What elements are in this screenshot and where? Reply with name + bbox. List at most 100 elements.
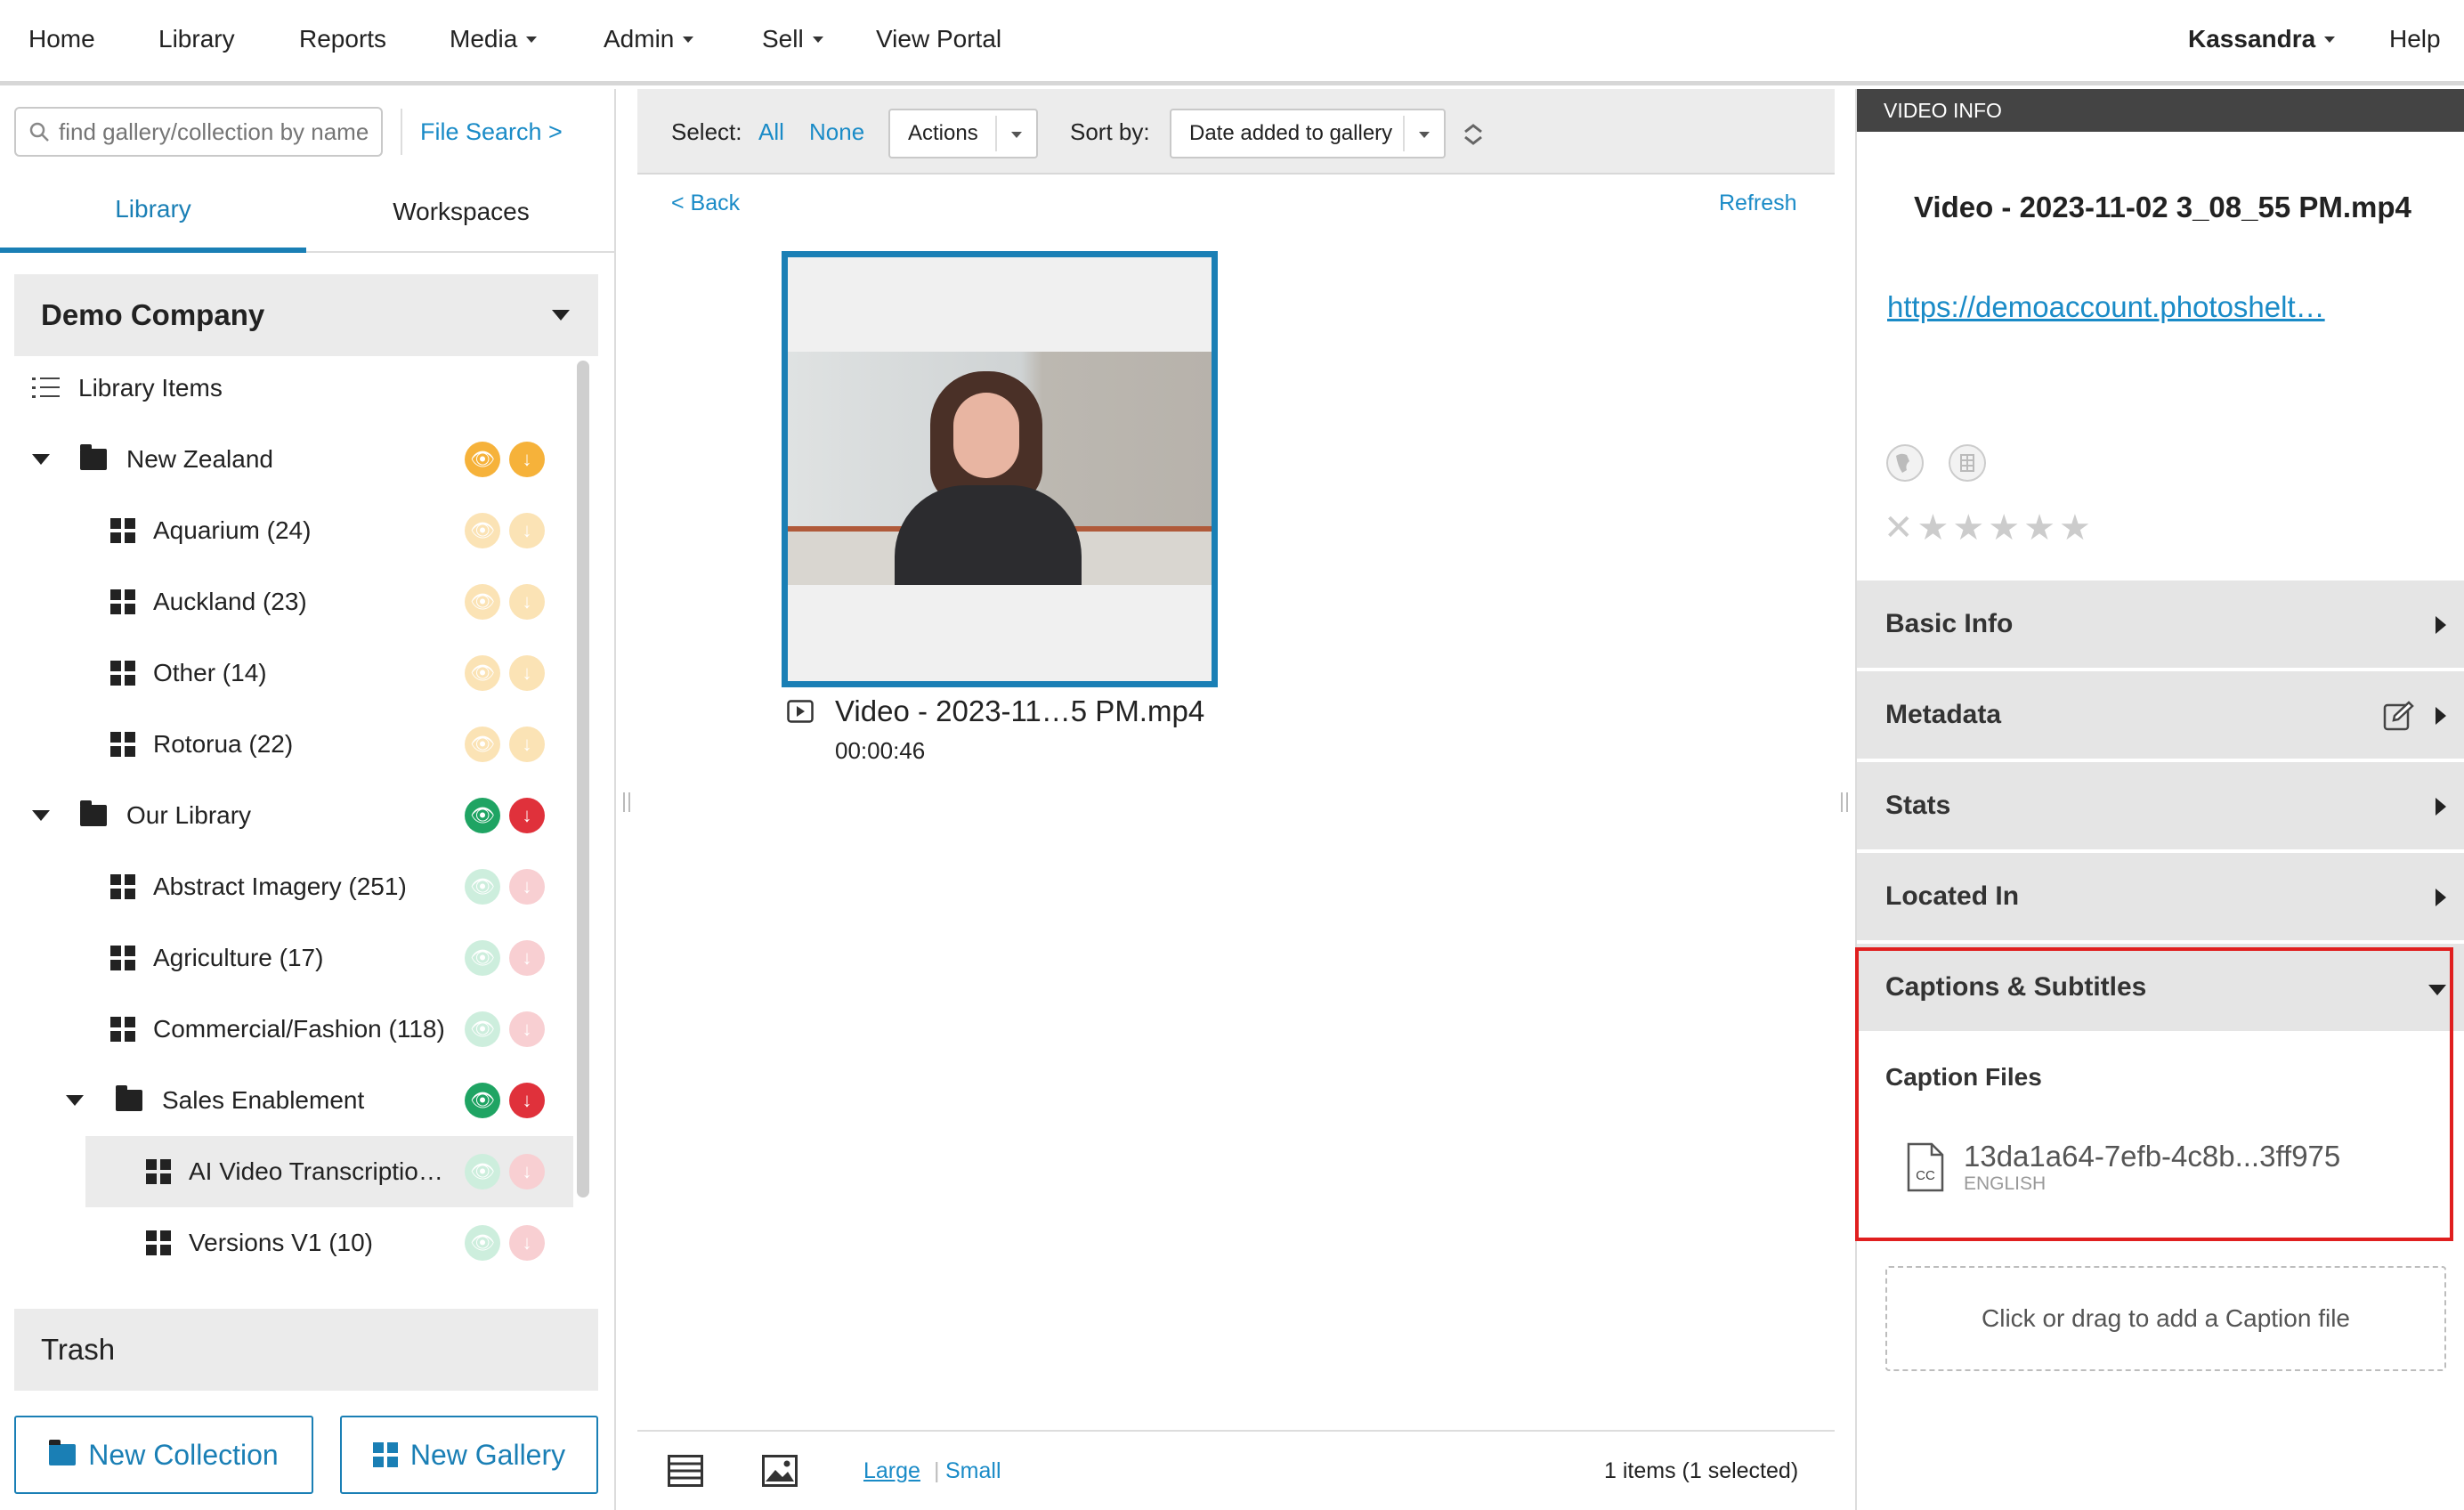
download-icon[interactable]: ↓ [509,798,545,833]
sort-direction-icon[interactable] [1462,121,1485,148]
select-none-link[interactable]: None [809,89,864,175]
visibility-eye-icon[interactable]: 👁 [465,442,500,477]
section-located-in[interactable]: Located In [1857,853,2464,942]
list-view-icon[interactable] [668,1455,703,1487]
star-rating[interactable]: ✕ ★ ★ ★ ★ ★ [1884,507,2091,548]
nav-library[interactable]: Library [158,25,235,53]
gallery-grid-icon [110,732,135,757]
download-icon[interactable]: ↓ [509,940,545,976]
new-collection-button[interactable]: New Collection [14,1416,313,1494]
refresh-link[interactable]: Refresh [1719,191,1797,216]
download-icon[interactable]: ↓ [509,584,545,620]
download-icon[interactable]: ↓ [509,869,545,905]
star-icon[interactable]: ★ [1917,507,1949,548]
visibility-eye-icon[interactable]: 👁 [465,798,500,833]
nav-home[interactable]: Home [28,25,95,53]
globe-icon[interactable] [1885,443,1925,483]
gallery-grid-icon [110,518,135,543]
visibility-eye-icon[interactable]: 👁 [465,727,500,762]
download-icon[interactable]: ↓ [509,1083,545,1118]
visibility-eye-icon[interactable]: 👁 [465,940,500,976]
company-header[interactable]: Demo Company [14,274,598,356]
nav-media[interactable]: Media [450,25,538,53]
nav-reports-label: Reports [299,25,387,53]
video-duration: 00:00:46 [835,737,926,764]
gallery-grid-icon [110,661,135,686]
download-icon[interactable]: ↓ [509,655,545,691]
left-panel-resize-handle[interactable] [623,792,630,812]
download-icon[interactable]: ↓ [509,1154,545,1189]
nav-view-portal[interactable]: View Portal [876,25,1001,53]
star-icon[interactable]: ★ [2023,507,2055,548]
tree-scrollbar[interactable] [577,361,589,1197]
library-items-row[interactable]: Library Items [14,353,575,424]
tree-item-label: Aquarium (24) [153,516,312,544]
folder-icon [49,1440,77,1465]
folder-icon [80,444,107,470]
section-metadata[interactable]: Metadata [1857,671,2464,760]
tab-workspaces[interactable]: Workspaces [306,171,616,253]
video-info-header: VIDEO INFO [1857,89,2464,132]
video-thumbnail[interactable] [782,251,1218,687]
section-stats[interactable]: Stats [1857,762,2464,851]
nav-user-menu[interactable]: Kassandra [2188,25,2336,53]
download-icon[interactable]: ↓ [509,1225,545,1261]
visibility-eye-icon[interactable]: 👁 [465,1083,500,1118]
right-panel-resize-handle[interactable] [1841,792,1848,812]
sort-by-dropdown[interactable]: Date added to gallery [1170,109,1446,158]
visibility-eye-icon[interactable]: 👁 [465,584,500,620]
download-icon[interactable]: ↓ [509,513,545,548]
library-sidebar: File Search > Library Workspaces Demo Co… [0,89,616,1510]
nav-help[interactable]: Help [2389,25,2441,53]
visibility-eye-icon[interactable]: 👁 [465,869,500,905]
triangle-down-icon[interactable] [32,454,50,465]
sidebar-tabs: Library Workspaces [0,171,616,253]
tab-library[interactable]: Library [0,171,306,253]
section-label: Stats [1885,791,1951,820]
caption-drop-zone[interactable]: Click or drag to add a Caption file [1885,1266,2446,1371]
embed-grid-icon[interactable] [1948,443,1987,483]
folder-icon [80,800,107,826]
actions-dropdown[interactable]: Actions [888,109,1038,158]
captions-highlight-box [1855,947,2453,1241]
back-link[interactable]: < Back [671,191,740,216]
download-icon[interactable]: ↓ [509,1011,545,1047]
visibility-eye-icon[interactable]: 👁 [465,1225,500,1261]
nav-reports[interactable]: Reports [299,25,386,53]
clear-rating-icon[interactable]: ✕ [1884,507,1914,548]
trash-section[interactable]: Trash [14,1309,598,1391]
visibility-eye-icon[interactable]: 👁 [465,655,500,691]
new-collection-label: New Collection [88,1438,279,1471]
nav-user-label: Kassandra [2188,25,2316,53]
star-icon[interactable]: ★ [2059,507,2091,548]
gallery-grid-icon [110,946,135,970]
gallery-search-box[interactable] [14,107,383,157]
size-large-link[interactable]: Large [863,1458,920,1484]
download-icon[interactable]: ↓ [509,442,545,477]
thumbnail-view-icon[interactable] [762,1455,798,1487]
triangle-down-icon[interactable] [66,1095,84,1106]
star-icon[interactable]: ★ [1952,507,1984,548]
nav-admin[interactable]: Admin [604,25,694,53]
triangle-down-icon[interactable] [32,810,50,821]
size-small-link[interactable]: Small [945,1458,1001,1484]
new-gallery-button[interactable]: New Gallery [340,1416,598,1494]
sort-value: Date added to gallery [1189,121,1393,145]
new-gallery-label: New Gallery [409,1438,566,1471]
file-search-link[interactable]: File Search > [401,109,563,155]
edit-icon[interactable] [2382,700,2414,732]
visibility-eye-icon[interactable]: 👁 [465,1154,500,1189]
section-basic-info[interactable]: Basic Info [1857,580,2464,670]
visibility-eye-icon[interactable]: 👁 [465,513,500,548]
video-item-title[interactable]: Video - 2023-11…5 PM.mp4 [835,694,1204,728]
select-all-link[interactable]: All [758,89,784,175]
nav-sell[interactable]: Sell [762,25,823,53]
star-icon[interactable]: ★ [1988,507,2020,548]
video-share-url[interactable]: https://demoaccount.photoshelt… [1887,290,2325,324]
download-icon[interactable]: ↓ [509,727,545,762]
actions-label: Actions [908,121,978,145]
gallery-grid-icon [110,589,135,614]
gallery-search-input[interactable] [59,118,379,146]
caption-drop-zone-label: Click or drag to add a Caption file [1982,1304,2350,1332]
visibility-eye-icon[interactable]: 👁 [465,1011,500,1047]
